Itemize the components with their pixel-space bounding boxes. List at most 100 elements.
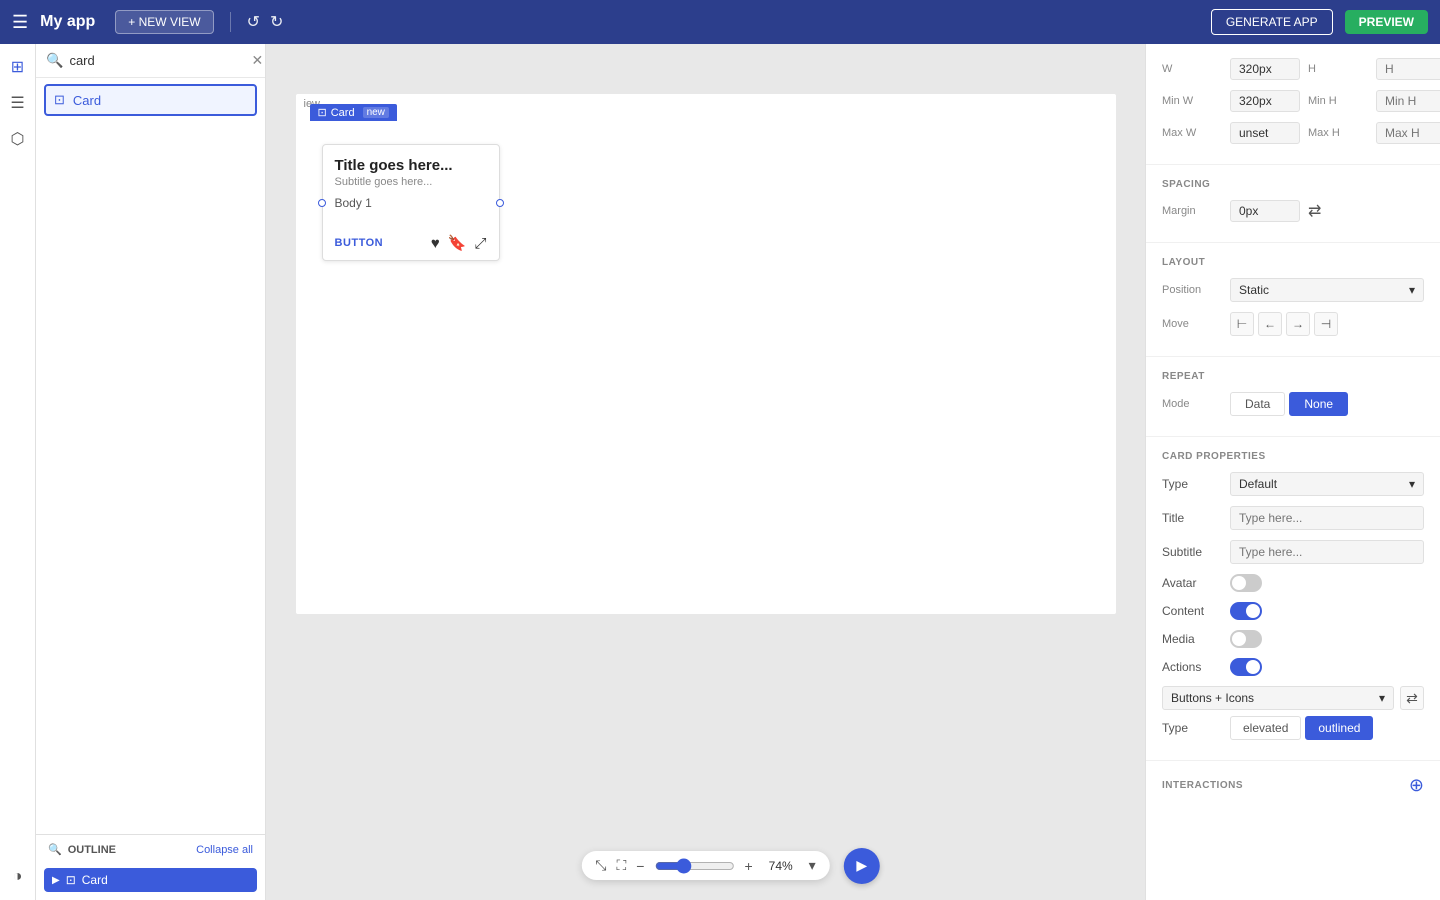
width-input[interactable] (1230, 58, 1300, 80)
position-row: Position Static ▾ (1162, 278, 1424, 302)
subtitle-prop-input[interactable] (1230, 540, 1424, 564)
add-interaction-button[interactable]: ⊕ (1409, 775, 1424, 796)
card-actions: BUTTON ♥ 🔖 ⤢ (323, 228, 499, 260)
resize-handle-right[interactable] (496, 199, 504, 207)
sidebar-theme-icon[interactable]: ◑ (3, 862, 33, 892)
sidebar-components-icon[interactable]: ⊞ (3, 52, 33, 82)
mode-data-button[interactable]: Data (1230, 392, 1285, 416)
dimensions-section: W H Min W Min H Max W Max H (1146, 44, 1440, 165)
zoom-plus-icon[interactable]: + (744, 858, 752, 874)
refresh-actions-button[interactable]: ⇄ (1400, 686, 1424, 710)
media-prop-row: Media (1162, 630, 1424, 648)
title-prop-input[interactable] (1230, 506, 1424, 530)
expand-icon: ▶ (52, 875, 60, 886)
mode-label: Mode (1162, 398, 1222, 410)
card-subtitle: Subtitle goes here... (335, 176, 487, 188)
share-icon[interactable]: ⤢ (474, 235, 486, 252)
canvas-area[interactable]: iew ⊡ Card new Title goes here... Subtit… (266, 44, 1145, 900)
elevated-type-button[interactable]: elevated (1230, 716, 1301, 740)
app-title: My app (40, 13, 95, 31)
min-height-input[interactable] (1376, 90, 1440, 112)
spacing-title: SPACING (1162, 179, 1424, 190)
move-end-button[interactable]: ⊣ (1314, 312, 1338, 336)
fullscreen-icon[interactable]: ⛶ (616, 857, 626, 874)
zoom-minus-icon[interactable]: − (636, 858, 644, 874)
content-toggle[interactable] (1230, 602, 1262, 620)
card-properties-title: CARD PROPERTIES (1162, 451, 1424, 462)
card-type-buttons: elevated outlined (1230, 716, 1373, 740)
type-select[interactable]: Default ▾ (1230, 472, 1424, 496)
actions-dropdown[interactable]: Buttons + Icons ▾ (1162, 686, 1394, 710)
position-dropdown-icon: ▾ (1409, 283, 1415, 297)
card-outline-label: Card (82, 873, 108, 887)
new-view-button[interactable]: + NEW VIEW (115, 10, 213, 34)
card-label-icon: ⊡ (318, 106, 327, 119)
search-input[interactable] (69, 53, 245, 68)
left-sidebar: ⊞ ☰ ⬡ ◑ (0, 44, 36, 900)
outline-title: 🔍 OUTLINE (48, 843, 116, 856)
resize-handle-left[interactable] (318, 199, 326, 207)
card-visual-type-row: Type elevated outlined (1162, 716, 1424, 740)
nav-divider (230, 12, 231, 32)
zoom-level: 74% (763, 859, 799, 873)
h-label: H (1308, 63, 1368, 75)
menu-icon[interactable]: ☰ (12, 12, 28, 33)
avatar-toggle[interactable] (1230, 574, 1262, 592)
outline-panel: 🔍 OUTLINE Collapse all ▶ ⊡ Card (36, 834, 265, 900)
media-toggle[interactable] (1230, 630, 1262, 648)
move-start-button[interactable]: ⊢ (1230, 312, 1254, 336)
undo-icon[interactable]: ↺ (247, 12, 260, 32)
card-component-item[interactable]: ⊡ Card (44, 84, 257, 116)
redo-icon[interactable]: ↻ (270, 12, 283, 32)
title-prop-row: Title (1162, 506, 1424, 530)
zoom-slider[interactable] (654, 858, 734, 874)
move-left-button[interactable]: ← (1258, 312, 1282, 336)
outlined-type-button[interactable]: outlined (1305, 716, 1373, 740)
max-width-row: Max W Max H (1162, 122, 1424, 144)
layout-title: LAYOUT (1162, 257, 1424, 268)
zoom-dropdown-icon[interactable]: ▾ (809, 857, 816, 874)
clear-search-icon[interactable]: ✕ (251, 52, 263, 69)
collapse-all-button[interactable]: Collapse all (196, 844, 253, 856)
play-button[interactable]: ▶ (844, 848, 880, 884)
actions-toggle[interactable] (1230, 658, 1262, 676)
width-row: W H (1162, 58, 1424, 80)
fit-icon[interactable]: ⤡ (595, 857, 606, 874)
height-input[interactable] (1376, 58, 1440, 80)
w-label: W (1162, 63, 1222, 75)
move-row: Move ⊢ ← → ⊣ (1162, 312, 1424, 336)
min-width-input[interactable] (1230, 90, 1300, 112)
max-w-label: Max W (1162, 127, 1222, 139)
preview-button[interactable]: PREVIEW (1345, 10, 1428, 34)
sidebar-data-icon[interactable]: ⬡ (3, 124, 33, 154)
max-width-input[interactable] (1230, 122, 1300, 144)
bookmark-icon[interactable]: 🔖 (448, 234, 467, 252)
position-select[interactable]: Static ▾ (1230, 278, 1424, 302)
repeat-mode-row: Mode Data None (1162, 392, 1424, 416)
max-height-input[interactable] (1376, 122, 1440, 144)
media-prop-label: Media (1162, 632, 1222, 646)
sidebar-layers-icon[interactable]: ☰ (3, 88, 33, 118)
generate-app-button[interactable]: GENERATE APP (1211, 9, 1333, 35)
outline-tree: ▶ ⊡ Card (36, 864, 265, 900)
sync-icon[interactable]: ⇄ (1308, 201, 1321, 221)
card-button[interactable]: BUTTON (335, 237, 384, 249)
actions-prop-label: Actions (1162, 660, 1222, 674)
canvas-card-component[interactable]: Title goes here... Subtitle goes here...… (322, 144, 500, 261)
mode-none-button[interactable]: None (1289, 392, 1348, 416)
mode-buttons: Data None (1230, 392, 1348, 416)
margin-row: Margin ⇄ (1162, 200, 1424, 222)
outline-item-card[interactable]: ▶ ⊡ Card (44, 868, 257, 892)
right-panel: W H Min W Min H Max W Max H SPACING (1145, 44, 1440, 900)
subtitle-prop-label: Subtitle (1162, 545, 1222, 559)
canvas-frame: iew ⊡ Card new Title goes here... Subtit… (296, 94, 1116, 614)
spacing-section: SPACING Margin ⇄ (1146, 165, 1440, 243)
card-properties-section: CARD PROPERTIES Type Default ▾ Title Sub… (1146, 437, 1440, 761)
margin-input[interactable] (1230, 200, 1300, 222)
title-prop-label: Title (1162, 511, 1222, 525)
heart-icon[interactable]: ♥ (431, 235, 440, 252)
avatar-prop-row: Avatar (1162, 574, 1424, 592)
move-right-button[interactable]: → (1286, 312, 1310, 336)
repeat-title: REPEAT (1162, 371, 1424, 382)
main-layout: ⊞ ☰ ⬡ ◑ 🔍 ✕ ⊡ Card 🔍 OUTLINE Col (0, 44, 1440, 900)
